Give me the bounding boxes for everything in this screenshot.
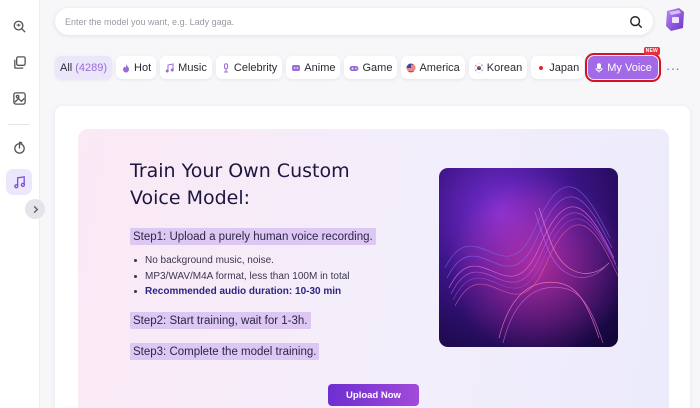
tab-all[interactable]: All (4289) (55, 56, 113, 79)
gamepad-icon (349, 63, 359, 73)
sidebar-divider (8, 124, 30, 125)
sidebar-item-image-swap[interactable] (6, 85, 32, 111)
tab-korean[interactable]: Korean (468, 56, 528, 79)
korea-flag-icon (474, 62, 484, 73)
tab-all-label: All (60, 61, 73, 74)
sound-wave-face-image (439, 168, 618, 347)
image-swap-icon (12, 91, 26, 105)
voice-wave-illustration (439, 168, 618, 347)
app-logo-icon (666, 8, 684, 31)
more-tabs-button[interactable]: ··· (662, 56, 684, 79)
microphone-icon (594, 62, 604, 73)
music-note-icon (13, 175, 25, 188)
stack-copy-icon (13, 55, 26, 69)
audio-wave-icon (13, 140, 25, 154)
title-line-2: Voice Model: (130, 187, 251, 209)
flame-icon (121, 63, 131, 73)
step-3: Step3: Complete the model training. (130, 343, 320, 360)
step-2: Step2: Start training, wait for 1-3h. (130, 312, 311, 329)
tab-game[interactable]: Game (344, 56, 398, 79)
requirement-text: Recommended audio duration: 10-30 min (145, 286, 342, 297)
sidebar-expand-button[interactable] (25, 199, 45, 219)
tab-america[interactable]: America (401, 56, 465, 79)
sidebar-item-stack[interactable] (6, 49, 32, 75)
sidebar-item-audio[interactable] (6, 134, 32, 160)
tab-hot[interactable]: Hot (116, 56, 157, 79)
tab-music[interactable]: Music (160, 56, 212, 79)
tab-anime[interactable]: Anime (286, 56, 341, 79)
new-badge: NEW (643, 47, 660, 55)
requirements-list: No background music, noise. MP3/WAV/M4A … (131, 253, 350, 300)
title-line-1: Train Your Own Custom (130, 160, 350, 182)
bullet-dot (134, 290, 137, 294)
requirement-item: Recommended audio duration: 10-30 min (131, 284, 350, 300)
requirement-item: MP3/WAV/M4A format, less than 100M in to… (131, 269, 350, 285)
anime-face-icon (291, 63, 301, 73)
step-1: Step1: Upload a purely human voice recor… (130, 228, 376, 245)
requirement-text: No background music, noise. (145, 255, 274, 266)
music-notes-icon (165, 62, 175, 73)
more-icon: ··· (665, 59, 680, 76)
tab-all-count: (4289) (75, 61, 108, 74)
microphone-stand-icon (221, 62, 231, 73)
category-tabs: All (4289) Hot Music Celebrity Anime Game… (55, 47, 684, 82)
sidebar-item-music[interactable] (6, 169, 32, 195)
tab-america-label: America (419, 61, 460, 74)
us-flag-icon (406, 63, 416, 73)
search-button[interactable] (629, 15, 643, 29)
tab-my-voice[interactable]: My Voice NEW (585, 47, 661, 82)
voice-search-icon (13, 20, 26, 33)
tab-celebrity[interactable]: Celebrity (215, 56, 283, 79)
requirement-item: No background music, noise. (131, 253, 350, 269)
tab-korean-label: Korean (486, 61, 523, 74)
tab-celebrity-label: Celebrity (233, 61, 278, 74)
sidebar-item-voice-search[interactable] (6, 13, 32, 39)
search-icon (630, 15, 643, 28)
tab-japan[interactable]: Japan (531, 56, 585, 79)
japan-flag-icon (536, 63, 546, 73)
bullet-dot (134, 274, 137, 278)
tab-japan-label: Japan (549, 61, 580, 74)
app-logo[interactable] (663, 6, 687, 32)
upload-now-button[interactable]: Upload Now (328, 384, 419, 406)
bullet-dot (134, 259, 137, 263)
page-title: Train Your Own Custom Voice Model: (130, 158, 390, 212)
tab-game-label: Game (362, 61, 393, 74)
search-input[interactable] (65, 16, 629, 27)
tab-my-voice-label: My Voice (607, 61, 652, 74)
chevron-right-icon (33, 205, 38, 213)
search-bar (55, 8, 653, 35)
tab-music-label: Music (178, 61, 207, 74)
tab-anime-label: Anime (304, 61, 336, 74)
tab-hot-label: Hot (134, 61, 152, 74)
requirement-text: MP3/WAV/M4A format, less than 100M in to… (145, 270, 350, 282)
